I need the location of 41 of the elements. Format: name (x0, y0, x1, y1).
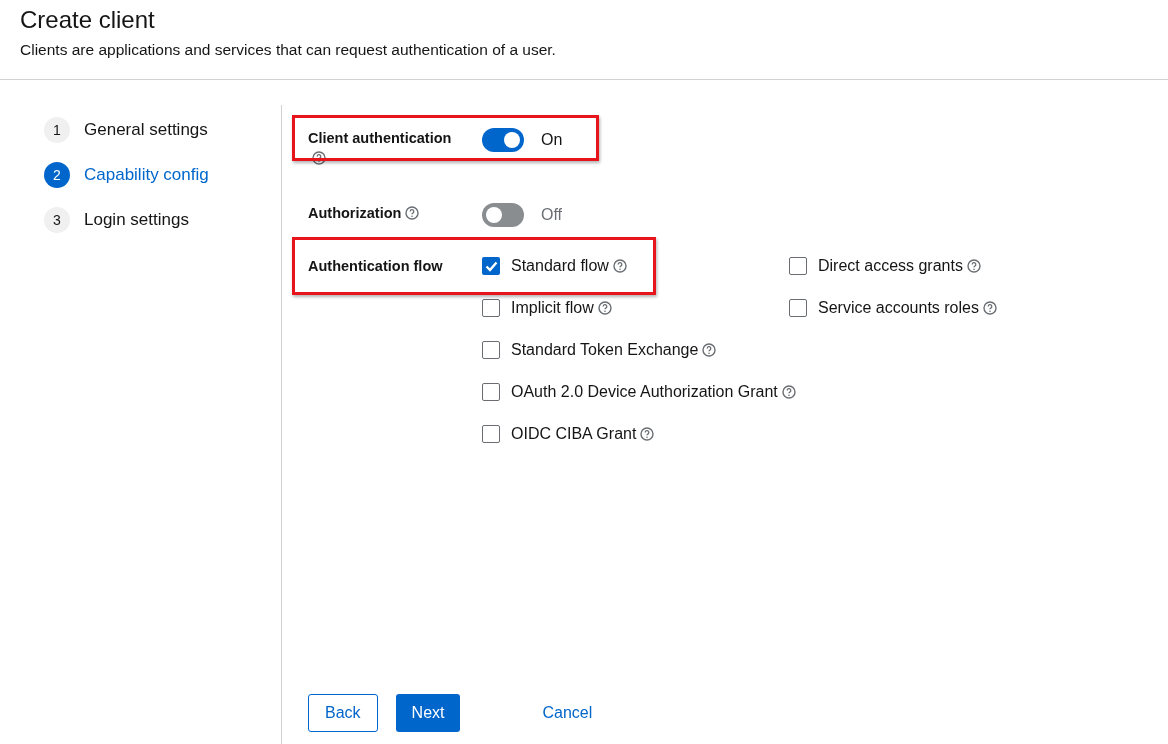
help-icon[interactable] (966, 259, 981, 273)
checkbox-label: Service accounts roles (818, 299, 979, 317)
help-icon[interactable] (781, 385, 796, 399)
field-label: Authorization (308, 205, 402, 221)
page-title: Create client (20, 5, 156, 35)
help-icon[interactable] (597, 301, 612, 315)
checkbox-label: Standard flow (511, 257, 609, 275)
help-icon[interactable] (702, 343, 717, 357)
step-number: 1 (44, 117, 70, 143)
checkbox-label: Standard Token Exchange (511, 341, 699, 359)
toggle-switch[interactable] (482, 128, 524, 152)
field-label: Authentication flow (308, 258, 443, 274)
checkbox[interactable] (482, 299, 500, 317)
checkbox[interactable] (482, 425, 500, 443)
checkbox-label: OAuth 2.0 Device Authorization Grant (511, 383, 778, 401)
checkbox[interactable] (482, 257, 500, 275)
wizard-button[interactable]: Next (395, 694, 461, 732)
checkbox[interactable] (789, 299, 807, 317)
help-icon[interactable] (405, 206, 420, 220)
checkbox-label: Implicit flow (511, 299, 594, 317)
wizard-button[interactable]: Back (308, 694, 378, 732)
checkbox-label: Direct access grants (818, 257, 963, 275)
help-icon[interactable] (640, 427, 655, 441)
checkbox-label: OIDC CIBA Grant (511, 425, 637, 443)
switch-state: Off (541, 206, 563, 224)
page-subtitle: Clients are applications and services that can request authentication of a user. (20, 40, 557, 60)
step-link[interactable]: Login settings (84, 210, 189, 230)
cancel-link[interactable]: Cancel (526, 694, 609, 732)
help-icon[interactable] (312, 151, 326, 165)
help-icon[interactable] (982, 301, 997, 315)
toggle-switch[interactable] (482, 203, 524, 227)
step-link[interactable]: General settings (84, 120, 208, 140)
step-number: 3 (44, 207, 70, 233)
switch-state: On (541, 131, 563, 149)
checkbox[interactable] (482, 383, 500, 401)
step-number: 2 (44, 162, 70, 188)
checkbox[interactable] (482, 341, 500, 359)
checkbox[interactable] (789, 257, 807, 275)
help-icon[interactable] (612, 259, 627, 273)
field-label: Client authentication (308, 130, 452, 146)
step-link[interactable]: Capability config (84, 165, 209, 185)
